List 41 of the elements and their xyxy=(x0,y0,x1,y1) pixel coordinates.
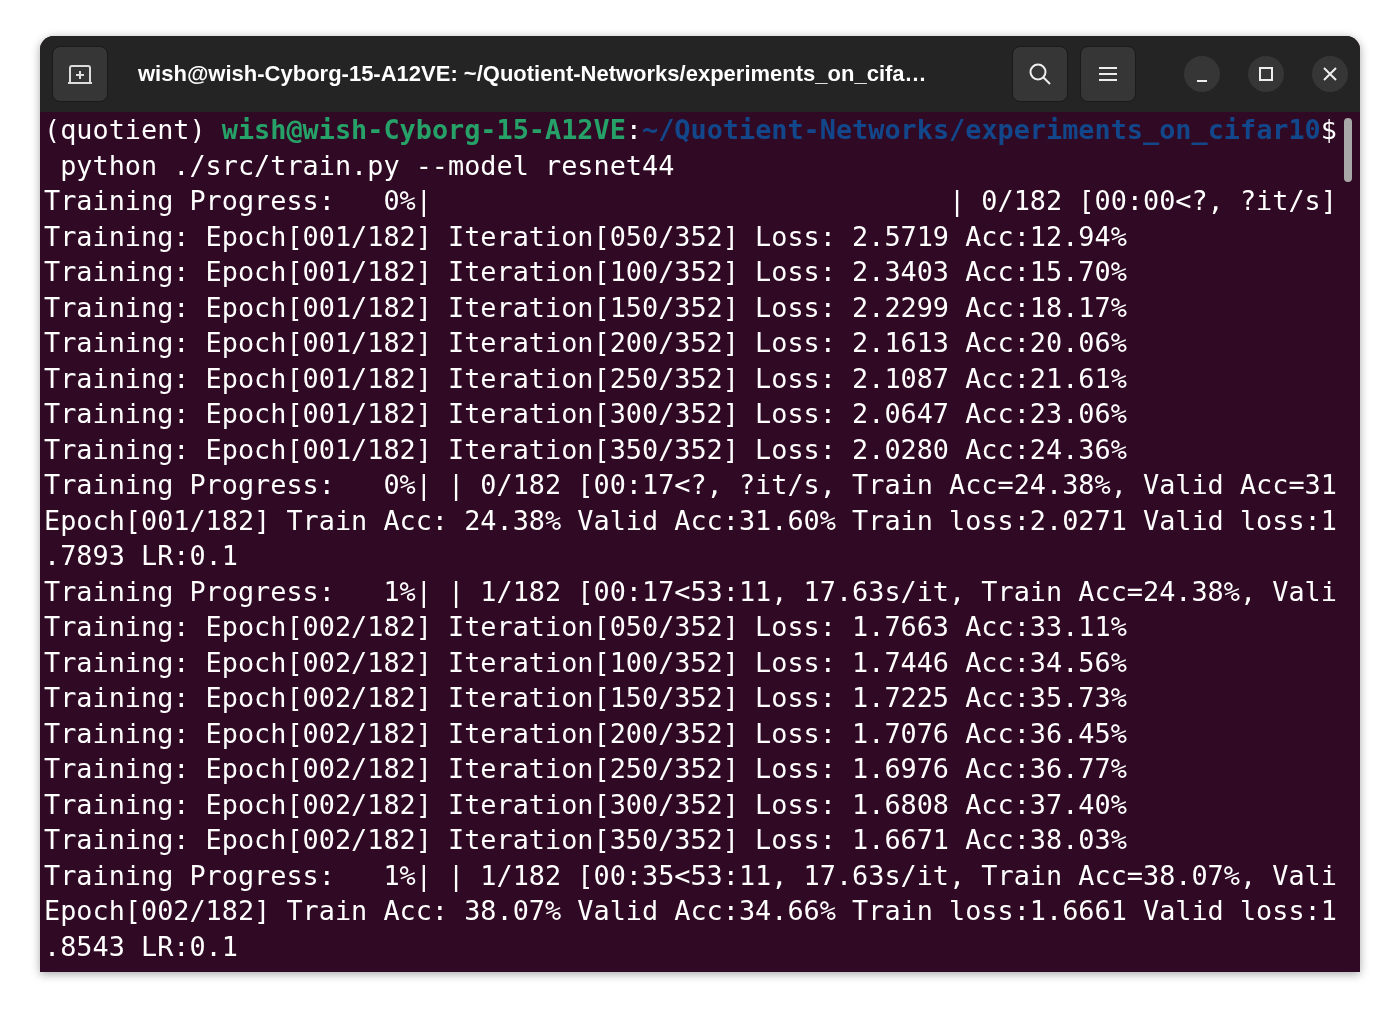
output-line: Training: Epoch[001/182] Iteration[300/352] Loss: 2.0647 Acc:23.06% xyxy=(44,398,1127,429)
output-line: Training: Epoch[002/182] Iteration[250/352] Loss: 1.6976 Acc:36.77% xyxy=(44,753,1127,784)
prompt-symbol: : xyxy=(625,114,642,145)
output-line: Training: Epoch[001/182] Iteration[200/352] Loss: 2.1613 Acc:20.06% xyxy=(44,327,1127,358)
menu-icon xyxy=(1098,66,1118,82)
output-line: Epoch[002/182] Train Acc: 38.07% Valid Acc:34.66% Train loss:1.6661 Valid loss:1 xyxy=(44,895,1337,926)
output-line: Training Progress: 1%| | 1/182 [00:17<53:11, 17.63s/it, Train Acc=24.38%, Vali xyxy=(44,575,1337,607)
user-host: wish@wish-Cyborg-15-A12VE xyxy=(221,114,626,145)
output-line: .8543 LR:0.1 xyxy=(44,930,238,962)
new-tab-icon xyxy=(67,63,93,85)
output-line: Training Progress: 0%| | 0/182 [00:00<?, ?it/s] xyxy=(44,185,1337,216)
output-line: Training: Epoch[002/182] Iteration[150/352] Loss: 1.7225 Acc:35.73% xyxy=(44,682,1127,713)
output-line: Training Progress: 0%| | 0/182 [00:17<?, ?it/s, Train Acc=24.38%, Valid Acc=31 xyxy=(44,469,1337,500)
output-line: Training Progress: 1%| | 1/182 [00:35<53:11, 17.63s/it, Train Acc=38.07%, Vali xyxy=(44,859,1337,891)
output-line: python ./src/train.py --model resnet44 xyxy=(59,149,675,181)
maximize-button[interactable] xyxy=(1248,56,1284,92)
maximize-icon xyxy=(1259,67,1273,81)
minimize-icon xyxy=(1196,80,1208,82)
output-line: .7893 LR:0.1 xyxy=(44,540,238,571)
output-line: Epoch[001/182] Train Acc: 24.38% Valid Acc:31.60% Train loss:2.0271 Valid loss:1 xyxy=(44,504,1337,536)
window-title: wish@wish-Cyborg-15-A12VE: ~/Quotient-Networks/experiments_on_cifa… xyxy=(137,61,928,87)
new-tab-button[interactable] xyxy=(52,46,108,102)
menu-button[interactable] xyxy=(1080,46,1136,102)
output-line: Training: Epoch[001/182] Iteration[250/352] Loss: 2.1087 Acc:21.61% xyxy=(44,362,1127,394)
working-path: ~/Quotient-Networks/experiments_on_cifar10 xyxy=(642,114,1321,145)
output-line: Training: Epoch[001/182] Iteration[050/352] Loss: 2.5719 Acc:12.94% xyxy=(44,220,1127,252)
search-button[interactable] xyxy=(1012,46,1068,102)
environment-name: (quotient) xyxy=(44,114,207,145)
close-button[interactable] xyxy=(1312,56,1348,92)
prompt-symbol: $ xyxy=(1320,114,1337,145)
output-line: Training: Epoch[002/182] Iteration[300/352] Loss: 1.6808 Acc:37.40% xyxy=(44,788,1127,820)
output-line: Training: Epoch[002/182] Iteration[350/352] Loss: 1.6671 Acc:38.03% xyxy=(44,824,1127,855)
close-icon xyxy=(1323,67,1337,81)
output-line: Training: Epoch[002/182] Iteration[100/352] Loss: 1.7446 Acc:34.56% xyxy=(44,646,1127,678)
search-icon xyxy=(1028,62,1052,86)
output-line: Training: Epoch[002/182] Iteration[050/352] Loss: 1.7663 Acc:33.11% xyxy=(44,611,1127,642)
output-line: Training: Epoch[002/182] Iteration[200/352] Loss: 1.7076 Acc:36.45% xyxy=(44,717,1127,749)
output-line: Training: Epoch[001/182] Iteration[150/352] Loss: 2.2299 Acc:18.17% xyxy=(44,291,1127,323)
output-line: Training: Epoch[001/182] Iteration[100/352] Loss: 2.3403 Acc:15.70% xyxy=(44,256,1127,287)
scrollbar[interactable] xyxy=(1344,118,1352,182)
output-line: Training: Epoch[001/182] Iteration[350/352] Loss: 2.0280 Acc:24.36% xyxy=(44,433,1127,465)
